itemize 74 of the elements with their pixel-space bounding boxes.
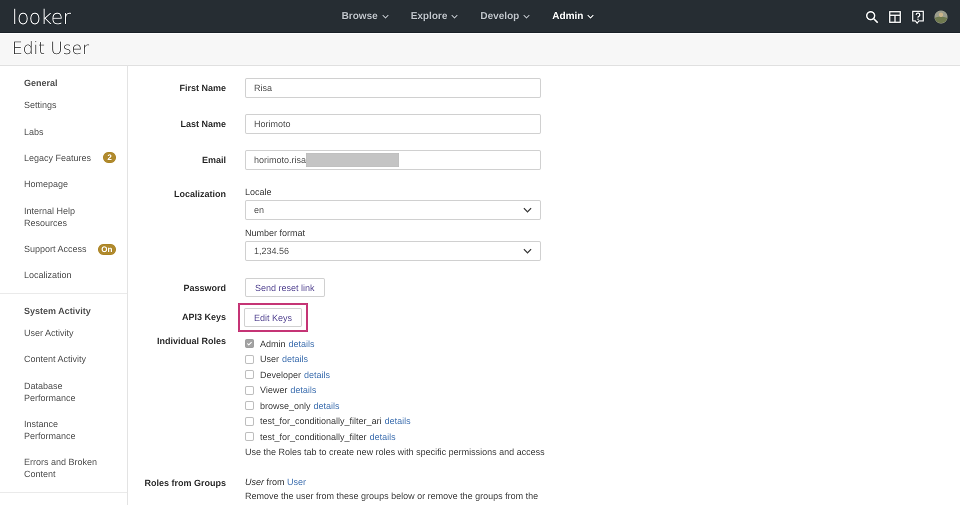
details-link[interactable]: details xyxy=(384,416,411,426)
nav-menu[interactable]: Explore xyxy=(402,7,466,26)
checkbox[interactable] xyxy=(245,386,254,395)
details-link[interactable]: details xyxy=(370,432,396,442)
details-link[interactable]: details xyxy=(314,400,340,411)
sidebar-link[interactable]: Database Performance xyxy=(24,380,104,404)
sidebar-link[interactable]: Legacy Features xyxy=(24,152,104,164)
sidebar-link[interactable]: Homepage xyxy=(24,178,104,190)
sidebar-link[interactable]: Support Access xyxy=(24,243,98,256)
search-icon[interactable] xyxy=(865,10,879,24)
action-button[interactable]: Send reset link xyxy=(245,278,325,297)
action-button[interactable]: Edit Keys xyxy=(244,308,302,327)
select-field[interactable]: en xyxy=(245,200,541,220)
chevron-icon xyxy=(382,14,389,19)
checkbox[interactable] xyxy=(245,339,254,348)
sidebar-link[interactable]: Content Activity xyxy=(24,353,104,366)
help-icon[interactable] xyxy=(911,10,925,24)
checkbox[interactable] xyxy=(245,416,254,426)
role-name: test_for_conditionally_filter_ari xyxy=(260,416,382,426)
field-label: Password xyxy=(182,282,226,293)
field-label: Individual Roles xyxy=(156,336,226,346)
checkbox[interactable] xyxy=(245,432,254,442)
role-name: Viewer xyxy=(260,385,288,396)
help-text: Remove the user from these groups below or remove the groups from the xyxy=(245,490,540,503)
checkbox[interactable] xyxy=(245,401,254,410)
field-label: Localization xyxy=(172,188,226,199)
role-name: test_for_conditionally_filter xyxy=(260,432,367,442)
details-link[interactable]: details xyxy=(288,338,315,349)
input-field[interactable]: horimoto.risa xyxy=(245,150,541,170)
checkbox[interactable] xyxy=(245,354,254,364)
role-name: Developer xyxy=(260,370,302,380)
field-label: Email xyxy=(200,154,226,165)
field-label: Roles from Groups xyxy=(143,477,226,488)
field-label: First Name xyxy=(178,82,226,93)
field-label: API3 Keys xyxy=(180,311,226,322)
page-title: Edit User xyxy=(12,39,90,59)
role-name: Admin xyxy=(260,338,286,349)
sidebar-link[interactable]: Errors and Broken Content xyxy=(24,456,104,480)
input-field[interactable]: Risa xyxy=(245,78,541,98)
sidebar-link[interactable]: Settings xyxy=(24,99,104,112)
chevron-icon xyxy=(451,14,458,19)
nav-menu[interactable]: Develop xyxy=(472,7,538,26)
details-link[interactable]: details xyxy=(290,385,316,396)
looker-logo[interactable]: looker xyxy=(12,4,322,28)
sidebar-link[interactable]: Localization xyxy=(24,269,104,282)
input-field[interactable]: Horimoto xyxy=(245,114,541,134)
checkbox[interactable] xyxy=(245,370,254,380)
avatar[interactable] xyxy=(934,10,948,24)
details-link[interactable]: details xyxy=(282,354,308,364)
board-icon[interactable] xyxy=(888,10,902,24)
field-label: Last Name xyxy=(179,118,226,129)
group-link[interactable]: User xyxy=(287,477,306,487)
sidebar-link[interactable]: Labs xyxy=(24,126,104,138)
section-heading: System Activity xyxy=(24,306,92,318)
nav-menu[interactable]: Admin xyxy=(544,7,602,26)
badge: On xyxy=(98,244,116,255)
sidebar-link[interactable]: User Activity xyxy=(24,326,104,339)
chevron-icon xyxy=(523,207,532,213)
role-name: browse_only xyxy=(260,400,311,411)
help-text: Use the Roles tab to create new roles with specific permissions and access xyxy=(245,446,546,459)
nav-menu[interactable]: Browse xyxy=(334,7,397,26)
select-field[interactable]: 1,234.56 xyxy=(245,241,541,261)
sidebar-link[interactable]: Instance Performance xyxy=(24,418,104,442)
chevron-icon xyxy=(587,14,594,19)
group-source-text: User from User xyxy=(245,476,308,489)
chevron-icon xyxy=(523,14,530,19)
sidebar-link[interactable]: Internal Help Resources xyxy=(24,204,104,229)
details-link[interactable]: details xyxy=(304,370,330,380)
section-heading: General xyxy=(24,78,59,90)
field-caption: Number format xyxy=(245,227,306,239)
badge: 2 xyxy=(103,152,116,164)
field-caption: Locale xyxy=(245,186,273,198)
chevron-icon xyxy=(523,248,532,254)
role-name: User xyxy=(260,354,280,364)
